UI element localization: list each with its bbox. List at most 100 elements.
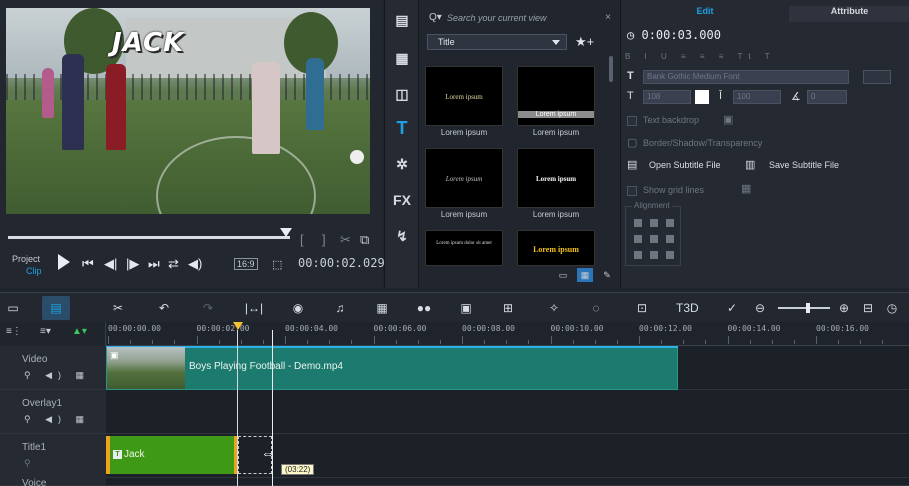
- title-thumbnail[interactable]: Lorem ipsum: [425, 66, 503, 126]
- mode-project-label[interactable]: Project: [12, 254, 40, 264]
- record-capture-icon[interactable]: ◉: [290, 299, 306, 317]
- save-subtitle-button[interactable]: Save Subtitle File: [769, 160, 839, 170]
- instant-project-icon[interactable]: ▦: [392, 48, 412, 68]
- title-icon[interactable]: T: [392, 118, 412, 138]
- volume-icon[interactable]: ◀): [188, 256, 202, 272]
- redo-icon[interactable]: ↷: [200, 299, 216, 317]
- tab-edit[interactable]: Edit: [621, 6, 789, 22]
- storyboard-view-icon[interactable]: ▭: [6, 299, 20, 317]
- snapshot-icon[interactable]: ⧉: [360, 232, 369, 248]
- playhead-line[interactable]: [237, 330, 238, 486]
- list-view-icon[interactable]: ▭: [555, 268, 571, 282]
- title-thumbnail[interactable]: Lorem ipsum: [425, 148, 503, 208]
- text-backdrop-checkbox[interactable]: [627, 116, 637, 126]
- text-color-swatch[interactable]: [695, 90, 709, 104]
- zoom-slider-thumb[interactable]: [806, 303, 810, 313]
- mark-out-icon[interactable]: ]: [322, 232, 326, 247]
- preview-timecode[interactable]: 00:00:02.029: [298, 256, 385, 270]
- filter-fx-icon[interactable]: FX: [392, 190, 412, 210]
- thumbnail-view-icon[interactable]: ▦: [577, 268, 593, 282]
- scrub-handle[interactable]: [280, 228, 292, 237]
- track-controls[interactable]: ⚲ ◀) ▦: [24, 414, 90, 425]
- align-bottom-center-icon[interactable]: [650, 251, 658, 259]
- track-header-voice[interactable]: Voice: [0, 476, 106, 486]
- 3d-title-icon[interactable]: T3D: [676, 299, 699, 317]
- align-center-icon[interactable]: [650, 235, 658, 243]
- transition-icon[interactable]: ◫: [392, 84, 412, 104]
- resize-icon[interactable]: ⬚: [272, 258, 282, 271]
- add-track-icon[interactable]: ≡▾: [40, 326, 51, 337]
- overlay-title-text[interactable]: JACK: [112, 28, 184, 58]
- time-remapping-icon[interactable]: ✧: [546, 299, 562, 317]
- fit-timeline-icon[interactable]: ⊟: [860, 299, 876, 317]
- title-thumbnail[interactable]: Lorem ipsum: [517, 66, 595, 126]
- track-controls[interactable]: ⚲: [24, 458, 37, 469]
- aspect-ratio-button[interactable]: 16:9: [234, 258, 258, 270]
- backdrop-settings-icon[interactable]: ▣: [723, 113, 733, 126]
- subtitle-editor-icon[interactable]: ▣: [458, 299, 474, 317]
- library-category-dropdown[interactable]: Title: [427, 34, 567, 50]
- previous-frame-icon[interactable]: ◀|: [104, 256, 117, 272]
- preview-video-frame[interactable]: JACK: [6, 8, 370, 214]
- title-thumbnail[interactable]: Lorem ipsum: [517, 230, 595, 266]
- track-header-overlay[interactable]: Overlay1 ⚲ ◀) ▦: [0, 390, 106, 434]
- align-middle-right-icon[interactable]: [666, 235, 674, 243]
- align-top-right-icon[interactable]: [666, 219, 674, 227]
- media-icon[interactable]: ▤: [392, 10, 412, 30]
- lane-overlay[interactable]: [106, 390, 909, 434]
- fit-project-icon[interactable]: |↔|: [244, 299, 264, 317]
- grid-settings-icon[interactable]: ▦: [741, 182, 751, 195]
- zoom-out-icon[interactable]: ⊖: [752, 299, 768, 317]
- rotation-field[interactable]: 0: [807, 90, 847, 104]
- align-top-left-icon[interactable]: [634, 219, 642, 227]
- duration-field[interactable]: ◷ 0:00:03.000: [627, 28, 721, 42]
- go-to-end-icon[interactable]: ⏭: [148, 256, 160, 272]
- track-manager-icon[interactable]: ≡⋮: [6, 326, 22, 337]
- toolbar-customize-icon[interactable]: ✂: [110, 299, 126, 317]
- mark-in-icon[interactable]: [: [300, 232, 304, 247]
- graphics-icon[interactable]: ✲: [392, 154, 412, 174]
- border-shadow-label[interactable]: Border/Shadow/Transparency: [643, 138, 762, 148]
- title-thumbnail[interactable]: Lorem ipsum: [517, 148, 595, 208]
- track-controls[interactable]: ⚲ ◀) ▦: [24, 370, 90, 381]
- sound-mixer-icon[interactable]: ♫: [332, 299, 348, 317]
- align-middle-left-icon[interactable]: [634, 235, 642, 243]
- tab-attribute[interactable]: Attribute: [789, 6, 909, 22]
- align-bottom-left-icon[interactable]: [634, 251, 642, 259]
- preview-scrub-bar[interactable]: [8, 236, 290, 239]
- zoom-slider[interactable]: [778, 307, 830, 309]
- next-frame-icon[interactable]: |▶: [126, 256, 139, 272]
- multi-camera-icon[interactable]: ⊞: [500, 299, 516, 317]
- timeline-ruler[interactable]: 00:00:00.00 00:00:02.00 00:00:04.00 00:00:0…: [106, 322, 909, 346]
- lane-voice[interactable]: [106, 478, 909, 486]
- save-subtitle-icon[interactable]: ▥: [745, 158, 755, 171]
- play-button[interactable]: [58, 254, 70, 270]
- text-format-row[interactable]: B I U ≡ ≡ ≡ Tt T: [625, 52, 776, 61]
- open-subtitle-button[interactable]: Open Subtitle File: [649, 160, 721, 170]
- font-dropdown[interactable]: Bank Gothic Medium Font: [643, 70, 849, 84]
- go-to-start-icon[interactable]: ⏮: [82, 256, 94, 272]
- align-bottom-right-icon[interactable]: [666, 251, 674, 259]
- auto-music-icon[interactable]: ▦: [374, 299, 390, 317]
- track-header-title[interactable]: Title1 ⚲: [0, 434, 106, 478]
- library-scrollbar[interactable]: [609, 56, 613, 82]
- ripple-edit-icon[interactable]: ▲▾: [72, 326, 87, 337]
- edit-icon[interactable]: ✎: [599, 268, 615, 282]
- title-thumbnail[interactable]: Lorem ipsum dolor sit amet: [425, 230, 503, 266]
- motion-path-icon[interactable]: ↯: [392, 226, 412, 246]
- add-to-favorites-icon[interactable]: ★+: [575, 34, 594, 50]
- clock-icon[interactable]: ◷: [884, 299, 900, 317]
- font-size-field[interactable]: 108: [643, 90, 691, 104]
- repeat-icon[interactable]: ⇄: [168, 256, 179, 272]
- pan-zoom-icon[interactable]: ⊡: [634, 299, 650, 317]
- font-color-swatch[interactable]: [863, 70, 891, 84]
- split-icon[interactable]: ✂: [340, 232, 351, 248]
- line-spacing-field[interactable]: 100: [733, 90, 781, 104]
- zoom-in-icon[interactable]: ⊕: [836, 299, 852, 317]
- border-shadow-icon[interactable]: ▢: [627, 136, 637, 149]
- show-grid-checkbox[interactable]: [627, 186, 637, 196]
- clear-search-icon[interactable]: ×: [605, 12, 611, 23]
- library-search[interactable]: Q▾ Search your current view ×: [425, 10, 615, 28]
- smart-proxy-icon[interactable]: ✓: [724, 299, 740, 317]
- playhead-marker[interactable]: [233, 322, 243, 330]
